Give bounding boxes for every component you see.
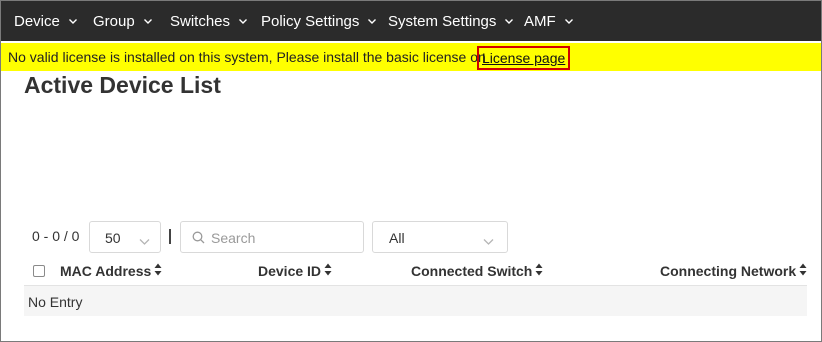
table-header: MAC Address Device ID Connected Switch C…: [24, 256, 807, 286]
chevron-down-icon: [367, 16, 377, 26]
toolbar-divider: [169, 229, 171, 244]
sort-icon: [154, 263, 162, 279]
page-title: Active Device List: [24, 72, 221, 98]
nav-menu-system-settings[interactable]: System Settings: [388, 1, 514, 41]
search-input[interactable]: [211, 227, 359, 249]
column-header-connecting-network[interactable]: Connecting Network: [660, 263, 807, 279]
nav-menu-device[interactable]: Device: [14, 1, 78, 41]
chevron-down-icon: [139, 233, 150, 251]
chevron-down-icon: [68, 16, 78, 26]
license-page-link[interactable]: License page: [477, 46, 571, 70]
nav-menu-label: AMF: [524, 12, 556, 30]
select-all-checkbox[interactable]: [33, 265, 45, 277]
chevron-down-icon: [483, 233, 494, 251]
column-header-label: Connected Switch: [411, 263, 533, 279]
status-filter-value: All: [389, 230, 405, 246]
nav-menu-amf[interactable]: AMF: [524, 1, 574, 41]
nav-menu-switches[interactable]: Switches: [170, 1, 248, 41]
search-icon: [192, 231, 205, 249]
nav-menu-group[interactable]: Group: [93, 1, 153, 41]
empty-table-message: No Entry: [28, 294, 83, 310]
table-row: No Entry: [24, 286, 807, 316]
page-size-value: 50: [105, 230, 121, 246]
page-size-select[interactable]: 50: [89, 221, 161, 253]
top-navbar: Device Group Switches Policy Settings Sy…: [1, 1, 821, 41]
license-warning-message: No valid license is installed on this sy…: [8, 49, 486, 65]
pagination-range: 0 - 0 / 0: [32, 228, 80, 244]
chevron-down-icon: [504, 16, 514, 26]
sort-icon: [324, 263, 332, 279]
nav-menu-label: Device: [14, 12, 60, 30]
chevron-down-icon: [238, 16, 248, 26]
column-header-label: Connecting Network: [660, 263, 797, 279]
column-header-mac-address[interactable]: MAC Address: [60, 263, 162, 279]
device-table: MAC Address Device ID Connected Switch C…: [24, 256, 807, 316]
nav-menu-label: Switches: [170, 12, 231, 30]
chevron-down-icon: [564, 16, 574, 26]
nav-menu-policy-settings[interactable]: Policy Settings: [261, 1, 377, 41]
nav-menu-label: Policy Settings: [261, 12, 360, 30]
nav-menu-label: Group: [93, 12, 135, 30]
column-header-label: MAC Address: [60, 263, 152, 279]
chevron-down-icon: [143, 16, 153, 26]
nav-menu-label: System Settings: [388, 12, 497, 30]
search-box: [180, 221, 364, 253]
license-warning-banner: No valid license is installed on this sy…: [1, 43, 821, 71]
sort-icon: [799, 263, 807, 279]
column-header-label: Device ID: [258, 263, 322, 279]
status-filter-select[interactable]: All: [372, 221, 508, 253]
column-header-connected-switch[interactable]: Connected Switch: [411, 263, 543, 279]
sort-icon: [535, 263, 543, 279]
column-header-device-id[interactable]: Device ID: [258, 263, 332, 279]
